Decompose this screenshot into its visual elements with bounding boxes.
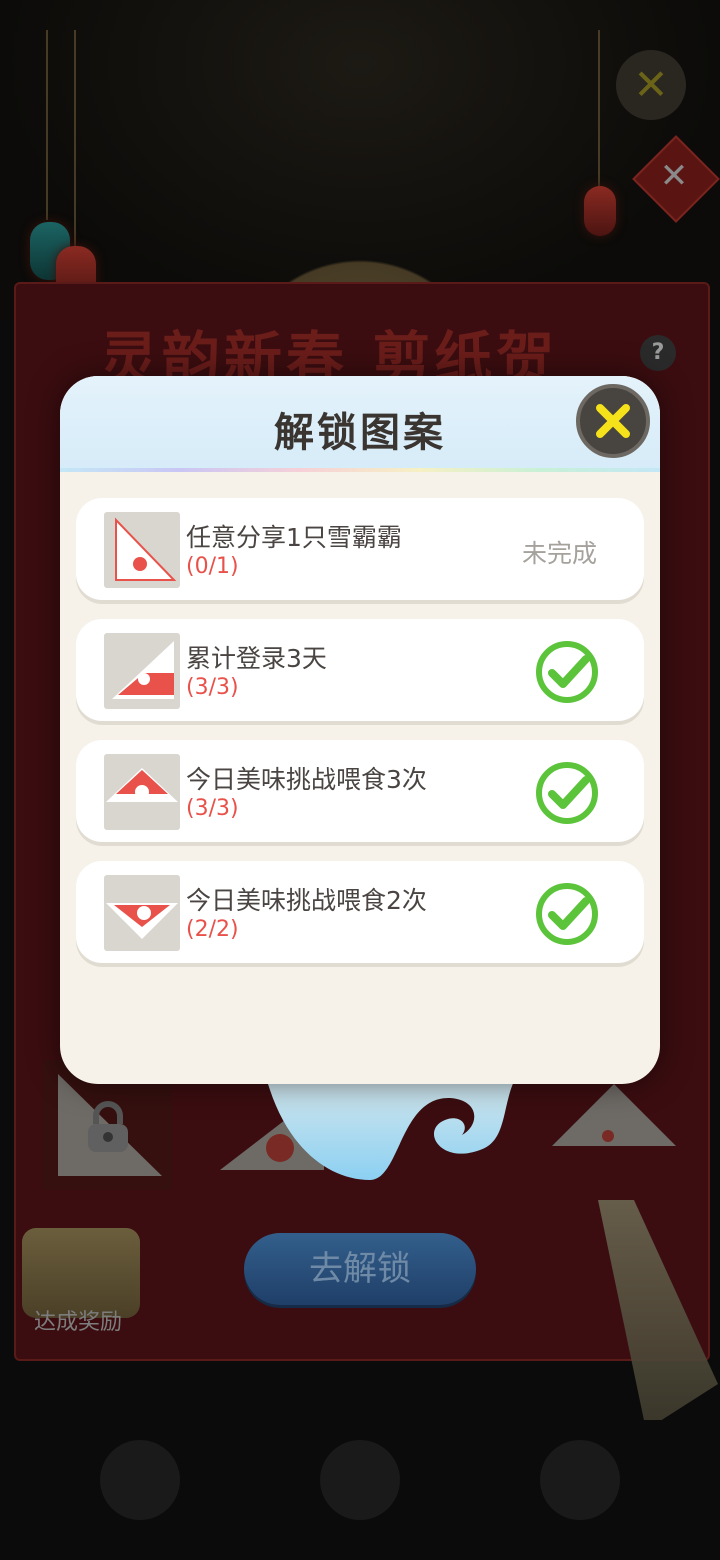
task-title: 今日美味挑战喂食2次: [186, 886, 427, 915]
task-item[interactable]: 累计登录3天 (3/3): [76, 619, 644, 721]
nav-item[interactable]: [540, 1440, 620, 1520]
task-status: 未完成: [522, 539, 598, 568]
nav-item[interactable]: [100, 1440, 180, 1520]
header-divider: [60, 468, 660, 472]
task-title: 今日美味挑战喂食3次: [186, 765, 427, 794]
pattern-triangle: [115, 517, 177, 581]
dialog-close-button[interactable]: [576, 384, 650, 458]
unlock-pattern-dialog: 解锁图案: [60, 376, 660, 1084]
close-icon: [596, 404, 630, 438]
dialog-title: 解锁图案: [274, 410, 446, 456]
help-button[interactable]: ?: [640, 335, 676, 371]
lantern-decoration: [584, 186, 616, 236]
task-progress: (0/1): [186, 554, 239, 579]
pattern-triangle: [112, 641, 174, 699]
task-progress: (3/3): [186, 796, 239, 821]
question-icon: ?: [651, 340, 665, 365]
pattern-thumbnail: [104, 512, 180, 588]
pattern-thumbnail: [104, 875, 180, 951]
reward-label: 达成奖励: [34, 1310, 123, 1335]
task-title: 任意分享1只雪霸霸: [186, 523, 402, 552]
lantern-string: [598, 30, 600, 200]
lantern-string: [74, 30, 76, 250]
pattern-thumbnail: [104, 633, 180, 709]
task-progress: (2/2): [186, 917, 239, 942]
close-icon: ✕: [633, 60, 669, 109]
check-circle-icon: [536, 762, 598, 824]
page-close-button[interactable]: ✕: [616, 50, 686, 120]
pattern-triangle: [106, 903, 178, 939]
lock-icon: [88, 1101, 128, 1152]
task-item[interactable]: 今日美味挑战喂食2次 (2/2): [76, 861, 644, 963]
task-title: 累计登录3天: [186, 644, 327, 673]
pattern-thumbnail: [104, 754, 180, 830]
task-item[interactable]: 今日美味挑战喂食3次 (3/3): [76, 740, 644, 842]
task-item[interactable]: 任意分享1只雪霸霸 (0/1) 未完成: [76, 498, 644, 600]
check-circle-icon: [536, 641, 598, 703]
unlock-button[interactable]: 去解锁: [244, 1233, 476, 1305]
check-circle-icon: [536, 883, 598, 945]
pattern-triangle: [106, 768, 178, 802]
nav-item[interactable]: [320, 1440, 400, 1520]
task-progress: (3/3): [186, 675, 239, 700]
close-icon[interactable]: ✕: [648, 150, 700, 202]
lantern-string: [46, 30, 48, 220]
